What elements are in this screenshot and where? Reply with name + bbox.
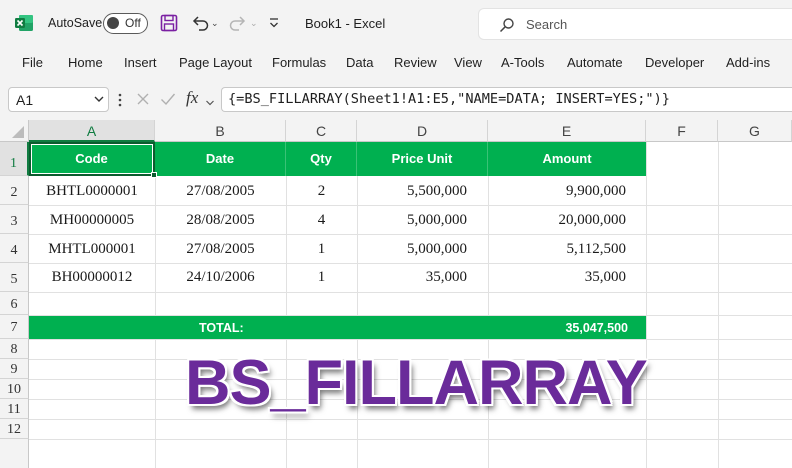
cell-d3[interactable]: 5,000,000 xyxy=(357,212,467,229)
more-options-icon[interactable] xyxy=(118,93,122,107)
tab-developer[interactable]: Developer xyxy=(645,55,704,70)
cell-c4[interactable]: 1 xyxy=(286,241,357,258)
column-header-d[interactable]: D xyxy=(357,120,488,142)
autosave-label: AutoSave xyxy=(48,16,103,30)
autosave-toggle-state: Off xyxy=(125,16,141,30)
redo-icon[interactable] xyxy=(228,13,248,33)
cell-a2[interactable]: BHTL0000001 xyxy=(29,183,155,200)
redo-dropdown-icon[interactable]: ⌄ xyxy=(250,18,258,29)
row-header-12[interactable]: 12 xyxy=(0,419,29,439)
row-header-7[interactable]: 7 xyxy=(0,315,29,339)
cell-b3[interactable]: 28/08/2005 xyxy=(155,212,286,229)
cell-a3[interactable]: MH00000005 xyxy=(29,212,155,229)
tab-a-tools[interactable]: A-Tools xyxy=(501,55,544,70)
function-chevron-icon[interactable] xyxy=(205,95,215,106)
save-icon[interactable] xyxy=(160,14,178,32)
chevron-down-icon[interactable] xyxy=(93,92,105,106)
enter-icon[interactable] xyxy=(160,92,176,106)
cell-c3[interactable]: 4 xyxy=(286,212,357,229)
banner-title: BS_FILLARRAY xyxy=(185,348,648,418)
undo-dropdown-icon[interactable]: ⌄ xyxy=(211,18,219,29)
row-header-5[interactable]: 5 xyxy=(0,263,29,292)
row-header-13[interactable] xyxy=(0,439,29,468)
tab-review[interactable]: Review xyxy=(394,55,437,70)
cell-b5[interactable]: 24/10/2006 xyxy=(155,269,286,286)
column-header-f[interactable]: F xyxy=(646,120,718,142)
formula-bar: A1 fx {=BS_FILLARRAY(Sheet1!A1:E5,"NAME=… xyxy=(0,78,792,120)
search-icon xyxy=(499,17,515,33)
tab-automate[interactable]: Automate xyxy=(567,55,623,70)
tab-page-layout[interactable]: Page Layout xyxy=(179,55,252,70)
header-cell-qty[interactable]: Qty xyxy=(286,142,357,176)
search-box[interactable]: Search xyxy=(478,8,792,40)
name-box[interactable]: A1 xyxy=(8,87,109,112)
row-header-10[interactable]: 10 xyxy=(0,379,29,399)
cell-b4[interactable]: 27/08/2005 xyxy=(155,241,286,258)
select-all-corner[interactable] xyxy=(0,120,29,142)
column-header-a[interactable]: A xyxy=(29,120,155,142)
cell-d4[interactable]: 5,000,000 xyxy=(357,241,467,258)
total-value: 35,047,500 xyxy=(565,321,628,335)
column-header-b[interactable]: B xyxy=(155,120,286,142)
column-header-e[interactable]: E xyxy=(488,120,646,142)
cell-c2[interactable]: 2 xyxy=(286,183,357,200)
name-box-value: A1 xyxy=(16,92,34,108)
cell-e2[interactable]: 9,900,000 xyxy=(488,183,626,200)
excel-logo-icon xyxy=(14,13,34,33)
cell-a5[interactable]: BH00000012 xyxy=(29,269,155,286)
header-cell-price-unit[interactable]: Price Unit xyxy=(357,142,488,176)
fill-handle[interactable] xyxy=(151,172,157,178)
title-bar: AutoSave Off ⌄ ⌄ Book1 - Excel Search xyxy=(0,0,792,46)
row-header-2[interactable]: 2 xyxy=(0,176,29,205)
total-label: TOTAL: xyxy=(199,321,244,335)
cell-d2[interactable]: 5,500,000 xyxy=(357,183,467,200)
tab-data[interactable]: Data xyxy=(346,55,373,70)
formula-input[interactable]: {=BS_FILLARRAY(Sheet1!A1:E5,"NAME=DATA; … xyxy=(221,87,792,112)
cell-d5[interactable]: 35,000 xyxy=(357,269,467,286)
undo-icon[interactable] xyxy=(190,13,210,33)
cancel-icon[interactable] xyxy=(136,92,150,106)
cell-e5[interactable]: 35,000 xyxy=(488,269,626,286)
row-header-9[interactable]: 9 xyxy=(0,359,29,379)
row-header-6[interactable]: 6 xyxy=(0,292,29,315)
cell-a4[interactable]: MHTL000001 xyxy=(29,241,155,258)
cell-b2[interactable]: 27/08/2005 xyxy=(155,183,286,200)
header-cell-amount[interactable]: Amount xyxy=(488,142,646,176)
customize-toolbar-icon[interactable] xyxy=(268,16,280,30)
cell-e3[interactable]: 20,000,000 xyxy=(488,212,627,229)
autosave-toggle[interactable]: Off xyxy=(103,13,148,34)
search-placeholder: Search xyxy=(526,17,568,32)
tab-home[interactable]: Home xyxy=(68,55,103,70)
row-header-11[interactable]: 11 xyxy=(0,399,29,419)
row-header-3[interactable]: 3 xyxy=(0,205,29,234)
row-header-8[interactable]: 8 xyxy=(0,339,29,359)
tab-insert[interactable]: Insert xyxy=(124,55,157,70)
active-cell-border xyxy=(29,142,155,176)
tab-file[interactable]: File xyxy=(22,55,43,70)
document-title: Book1 - Excel xyxy=(305,16,386,31)
column-header-c[interactable]: C xyxy=(286,120,357,142)
row-header-4[interactable]: 4 xyxy=(0,234,29,263)
tab-add-ins[interactable]: Add-ins xyxy=(726,55,770,70)
column-header-g[interactable]: G xyxy=(718,120,792,142)
formula-text: {=BS_FILLARRAY(Sheet1!A1:E5,"NAME=DATA; … xyxy=(228,91,670,107)
insert-function-icon[interactable]: fx xyxy=(186,88,198,108)
tab-formulas[interactable]: Formulas xyxy=(272,55,326,70)
cell-e4[interactable]: 5,112,500 xyxy=(488,241,626,258)
cell-c5[interactable]: 1 xyxy=(286,269,357,286)
tab-view[interactable]: View xyxy=(454,55,482,70)
header-cell-date[interactable]: Date xyxy=(155,142,286,176)
row-header-1[interactable]: 1 xyxy=(0,142,29,176)
